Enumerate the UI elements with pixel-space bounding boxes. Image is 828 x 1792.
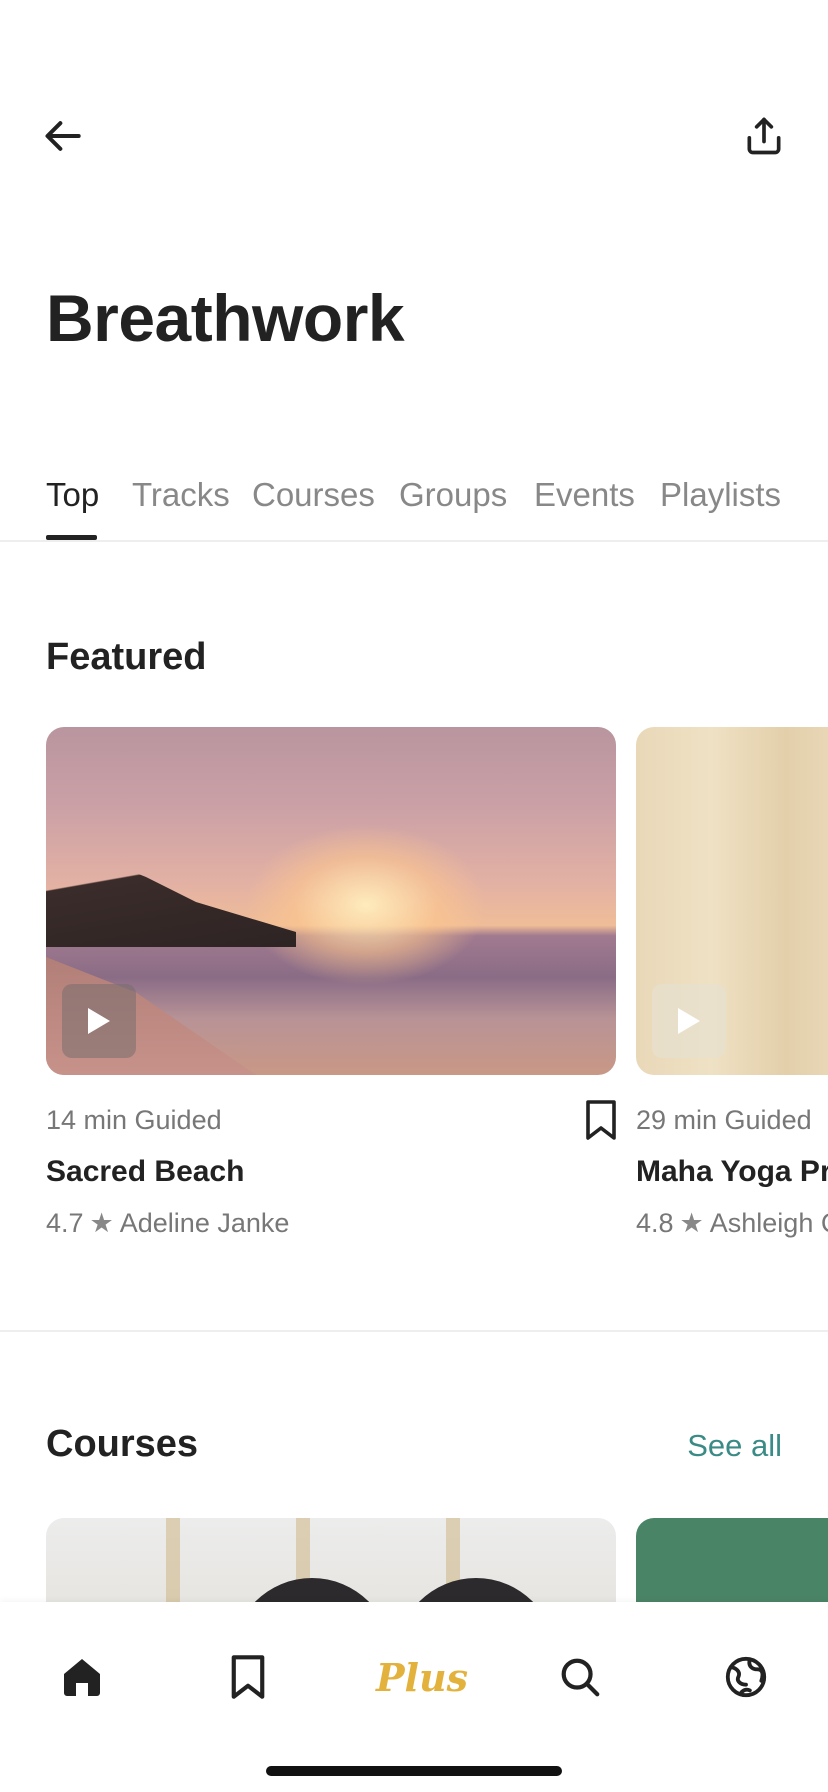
rating-value: 4.7 (46, 1208, 84, 1238)
featured-card[interactable]: 14 min Guided Sacred Beach 4.7 ★ Adeline J… (46, 727, 616, 1238)
tab-top[interactable]: Top (46, 476, 99, 514)
play-icon (88, 1008, 110, 1034)
woman-portrait-image[interactable] (636, 727, 828, 1075)
star-icon: ★ (679, 1208, 704, 1238)
star-icon: ★ (89, 1208, 114, 1238)
search-icon (561, 1658, 600, 1697)
featured-card[interactable]: 29 min Guided Maha Yoga Pra 4.8 ★ Ashleigh… (636, 727, 828, 1238)
author-name: Ashleigh C (709, 1208, 828, 1238)
active-tab-indicator (46, 535, 97, 540)
tab-groups[interactable]: Groups (399, 476, 507, 514)
plus-label: Plus (375, 1654, 469, 1700)
featured-heading: Featured (46, 636, 207, 678)
image-detail (46, 857, 296, 947)
page-title: Breathwork (46, 281, 405, 355)
back-button[interactable] (28, 100, 100, 172)
globe-icon (725, 1656, 767, 1698)
nav-home[interactable] (42, 1642, 122, 1712)
image-detail (816, 727, 828, 1075)
card-title: Sacred Beach (46, 1155, 245, 1188)
nav-plus[interactable]: Plus (374, 1642, 470, 1712)
tab-courses[interactable]: Courses (252, 476, 375, 514)
share-icon (747, 117, 781, 155)
author-name: Adeline Janke (119, 1208, 290, 1238)
tab-bar: Top Tracks Courses Groups Events Playlis… (0, 470, 828, 542)
bookmark-icon (231, 1655, 265, 1699)
play-icon (678, 1008, 700, 1034)
screen: Breathwork Top Tracks Courses Groups Eve… (0, 0, 828, 1792)
play-button[interactable] (62, 984, 136, 1058)
play-button[interactable] (652, 984, 726, 1058)
tab-events[interactable]: Events (534, 476, 635, 514)
share-button[interactable] (728, 100, 800, 172)
section-divider (0, 1330, 828, 1332)
card-meta: 29 min Guided (636, 1105, 812, 1135)
nav-search[interactable] (540, 1642, 620, 1712)
rating-value: 4.8 (636, 1208, 674, 1238)
bookmark-button[interactable] (580, 1097, 622, 1143)
tab-tracks[interactable]: Tracks (132, 476, 230, 514)
courses-heading: Courses (46, 1423, 199, 1465)
tab-playlists[interactable]: Playlists (660, 476, 781, 514)
bottom-nav: Plus (0, 1602, 828, 1792)
sunset-beach-image[interactable] (46, 727, 616, 1075)
arrow-left-icon (45, 121, 81, 151)
nav-explore[interactable] (706, 1642, 786, 1712)
card-rating: 4.7 ★ Adeline Janke (46, 1208, 289, 1239)
home-indicator (266, 1766, 562, 1776)
home-icon (64, 1659, 100, 1696)
bookmark-icon (586, 1100, 616, 1140)
card-title: Maha Yoga Pra (636, 1155, 828, 1188)
card-meta: 14 min Guided (46, 1105, 222, 1135)
see-all-link[interactable]: See all (687, 1428, 782, 1464)
top-bar (0, 100, 828, 180)
nav-saved[interactable] (208, 1642, 288, 1712)
card-rating: 4.8 ★ Ashleigh C (636, 1208, 828, 1239)
